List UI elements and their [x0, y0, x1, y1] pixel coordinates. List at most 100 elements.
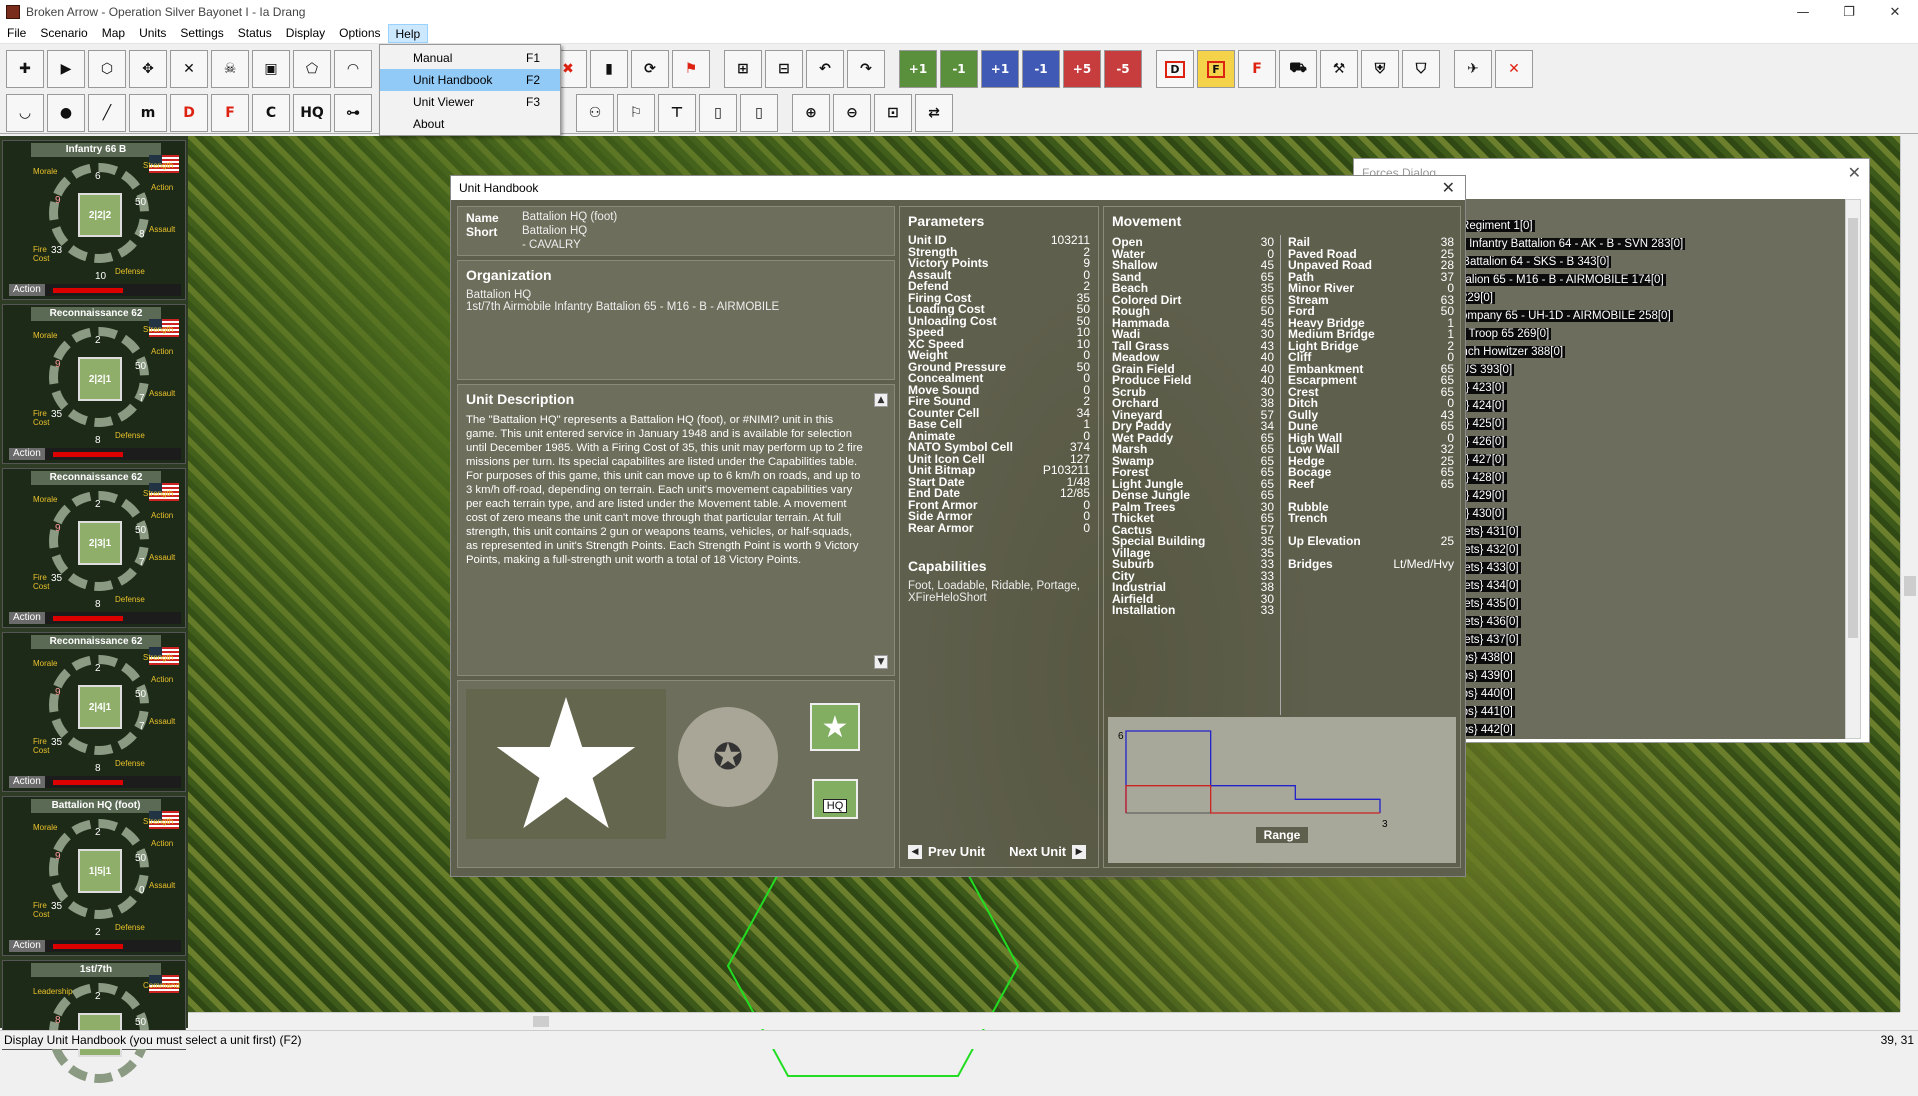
- minus-five-red-button[interactable]: -5: [1104, 50, 1142, 88]
- short-label: Short: [466, 225, 498, 239]
- hq-button[interactable]: HQ: [293, 94, 331, 132]
- flag-icon[interactable]: ⚑: [672, 50, 710, 88]
- help-menu-unit-handbook[interactable]: Unit Handbook F2: [380, 69, 560, 91]
- parameter-value: 50: [1076, 302, 1090, 316]
- close-window-button[interactable]: ✕: [1872, 0, 1918, 24]
- d-boxed-button[interactable]: D: [1156, 50, 1194, 88]
- menu-status[interactable]: Status: [231, 24, 279, 43]
- forces-scrollbar-thumb[interactable]: [1848, 218, 1858, 638]
- desc-scroll-up-icon[interactable]: ▲: [874, 393, 888, 407]
- plus-one-green-button[interactable]: +1: [899, 50, 937, 88]
- card-right2-value: 7: [139, 557, 145, 568]
- movement-cost: 1: [1447, 327, 1454, 341]
- add-icon[interactable]: ✚: [6, 50, 44, 88]
- dome-icon[interactable]: ◠: [334, 50, 372, 88]
- card-right-value: 50: [135, 689, 147, 700]
- book-eleven-icon[interactable]: ▯: [740, 94, 778, 132]
- minimize-button[interactable]: —: [1780, 0, 1826, 24]
- hierarchy-icon[interactable]: ⊶: [334, 94, 372, 132]
- redo-icon[interactable]: ↷: [847, 50, 885, 88]
- terrain-name: Swamp: [1112, 453, 1155, 468]
- map-flag-icon[interactable]: ⚐: [617, 94, 655, 132]
- movement-row: Marsh 65: [1112, 442, 1274, 455]
- plus-one-blue-button[interactable]: +1: [981, 50, 1019, 88]
- aircraft-icon[interactable]: ✈: [1454, 50, 1492, 88]
- book-one-icon[interactable]: ▯: [699, 94, 737, 132]
- zoom-minus-box-icon[interactable]: ⊟: [765, 50, 803, 88]
- help-menu-about[interactable]: About: [380, 113, 560, 135]
- next-unit-button[interactable]: Next Unit ▶: [1009, 844, 1087, 859]
- handbook-close-icon[interactable]: ✕: [1442, 178, 1455, 198]
- menu-settings[interactable]: Settings: [173, 24, 230, 43]
- undo-icon[interactable]: ↶: [806, 50, 844, 88]
- menu-help[interactable]: Help: [387, 24, 429, 43]
- menu-options[interactable]: Options: [332, 24, 387, 43]
- terrain-name: Special Building: [1112, 534, 1206, 548]
- menu-units[interactable]: Units: [132, 24, 173, 43]
- assault-label: Assault: [149, 553, 176, 562]
- cross-fire-icon[interactable]: ✕: [170, 50, 208, 88]
- play-icon[interactable]: ▶: [47, 50, 85, 88]
- cycle-icon[interactable]: ⟳: [631, 50, 669, 88]
- m-icon[interactable]: m: [129, 94, 167, 132]
- movement-cost: 57: [1260, 522, 1274, 537]
- unit-card[interactable]: Reconnaissance 62 2|3|1 Morale Strength Acti…: [2, 468, 186, 628]
- movement-row: Swamp 65: [1112, 453, 1274, 468]
- unit-card[interactable]: Battalion HQ (foot) 1|5|1 Morale Strength Ac…: [2, 796, 186, 956]
- menu-file[interactable]: File: [0, 24, 33, 43]
- zoom-in-icon[interactable]: ⊕: [792, 94, 830, 132]
- zoom-fit-icon[interactable]: ⊡: [874, 94, 912, 132]
- minus-one-green-button[interactable]: -1: [940, 50, 978, 88]
- skull-icon[interactable]: ☠: [211, 50, 249, 88]
- movement-cost: 33: [1260, 557, 1274, 571]
- help-menu-unit-viewer[interactable]: Unit Viewer F3: [380, 91, 560, 113]
- unit-card[interactable]: Reconnaissance 62 2|2|1 Morale Strength Acti…: [2, 304, 186, 464]
- unit-short-name: Battalion HQ: [522, 225, 588, 237]
- help-menu-manual[interactable]: Manual F1: [380, 47, 560, 69]
- zoom-plus-box-icon[interactable]: ⊞: [724, 50, 762, 88]
- parameter-name: Unit Bitmap: [908, 463, 976, 477]
- f-red-circle-button[interactable]: F: [1238, 50, 1276, 88]
- film-icon[interactable]: ▮: [590, 50, 628, 88]
- forces-close-icon[interactable]: ✕: [1848, 163, 1861, 183]
- zoom-out-icon[interactable]: ⊖: [833, 94, 871, 132]
- shield-plus-icon[interactable]: ⛨: [1361, 50, 1399, 88]
- vehicle-icon[interactable]: ⛟: [1279, 50, 1317, 88]
- unit-t-icon[interactable]: ⊤: [658, 94, 696, 132]
- d-button[interactable]: D: [170, 94, 208, 132]
- shield-minus-icon[interactable]: ⛉: [1402, 50, 1440, 88]
- map-horizontal-scrollbar-thumb[interactable]: [533, 1016, 549, 1027]
- restore-button[interactable]: ❐: [1826, 0, 1872, 24]
- waypoint-icon[interactable]: ⬠: [293, 50, 331, 88]
- desc-scroll-down-icon[interactable]: ▼: [874, 655, 888, 669]
- move-icon[interactable]: ✥: [129, 50, 167, 88]
- plus-five-red-button[interactable]: +5: [1063, 50, 1101, 88]
- f-yellow-button[interactable]: F: [1197, 50, 1235, 88]
- image-pane: ✪ ★ HQ: [457, 680, 895, 868]
- diagonal-icon[interactable]: ╱: [88, 94, 126, 132]
- c-button[interactable]: C: [252, 94, 290, 132]
- bookmark-icon[interactable]: ▣: [252, 50, 290, 88]
- unit-card[interactable]: Infantry 66 B 2|2|2 Morale Strength Action As…: [2, 140, 186, 300]
- unit-card[interactable]: Reconnaissance 62 2|4|1 Morale Strength Acti…: [2, 632, 186, 792]
- terrain-name: Gully: [1288, 407, 1319, 422]
- f-button[interactable]: F: [211, 94, 249, 132]
- minus-one-blue-button[interactable]: -1: [1022, 50, 1060, 88]
- bracket-icon[interactable]: ◡: [6, 94, 44, 132]
- shovel-icon[interactable]: ⚒: [1320, 50, 1358, 88]
- forces-scrollbar[interactable]: [1845, 199, 1861, 739]
- prev-unit-button[interactable]: ◀ Prev Unit: [908, 844, 985, 859]
- map-horizontal-scrollbar[interactable]: [188, 1012, 1900, 1029]
- cancel-icon[interactable]: ✕: [1495, 50, 1533, 88]
- card-right-value: 50: [135, 361, 147, 372]
- menu-display[interactable]: Display: [279, 24, 332, 43]
- menu-map[interactable]: Map: [95, 24, 132, 43]
- dot-icon[interactable]: ●: [47, 94, 85, 132]
- map-vertical-scrollbar-thumb[interactable]: [1904, 576, 1916, 596]
- circles-icon[interactable]: ⚇: [576, 94, 614, 132]
- ip-icon[interactable]: ⬡: [88, 50, 126, 88]
- menu-scenario[interactable]: Scenario: [33, 24, 94, 43]
- refresh-icon[interactable]: ⇄: [915, 94, 953, 132]
- map-vertical-scrollbar[interactable]: [1900, 136, 1918, 1012]
- parameter-row: Ground Pressure 50: [908, 360, 1090, 373]
